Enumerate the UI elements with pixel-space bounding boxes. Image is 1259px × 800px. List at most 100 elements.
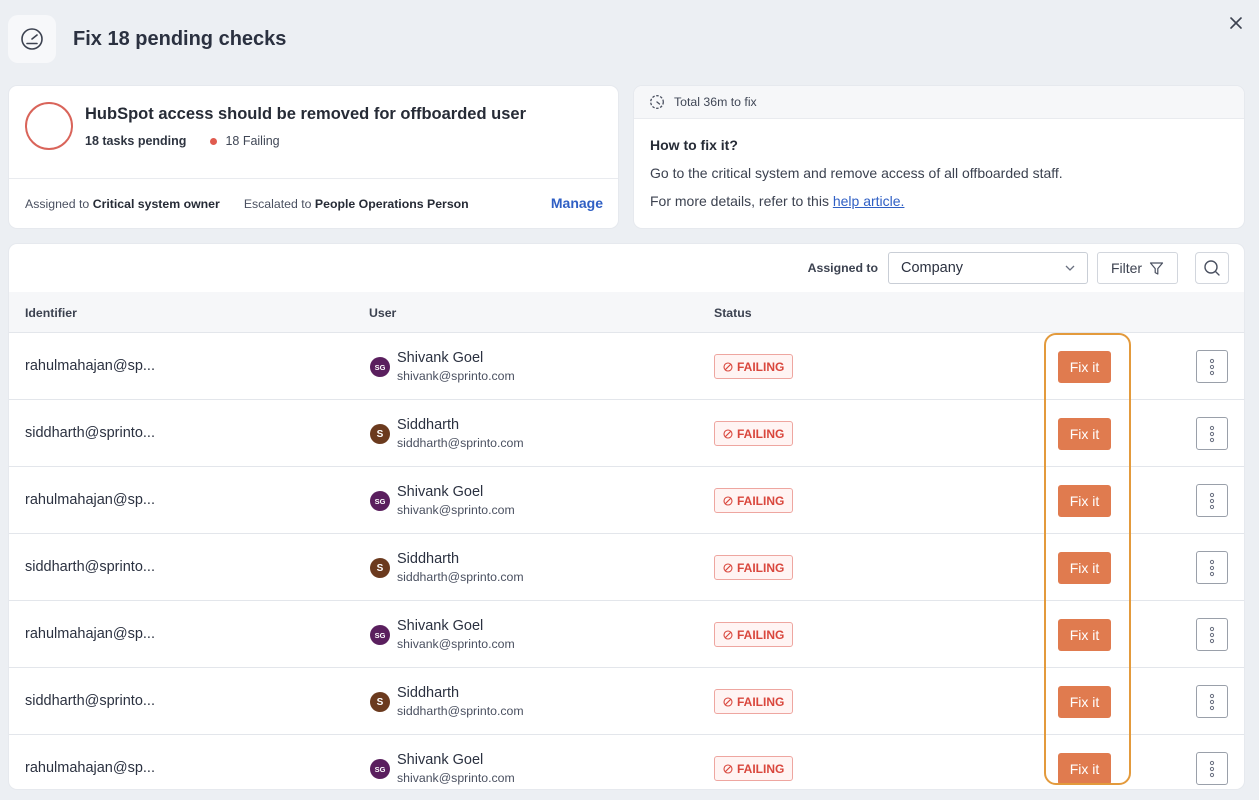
filter-button[interactable]: Filter: [1097, 252, 1178, 284]
modal-header: Fix 18 pending checks: [8, 14, 286, 64]
status-label: FAILING: [737, 694, 785, 709]
avatar: S: [370, 558, 390, 578]
identifier-cell: siddharth@sprinto...: [25, 425, 155, 441]
fix-it-button[interactable]: Fix it: [1058, 418, 1111, 450]
blocked-icon: [723, 562, 733, 573]
chevron-down-icon: [1065, 265, 1075, 271]
more-vertical-icon: [1209, 626, 1215, 643]
fix-it-button[interactable]: Fix it: [1058, 619, 1111, 651]
progress-ring: [25, 102, 73, 150]
user-name: Siddharth: [397, 685, 460, 701]
check-summary-card: HubSpot access should be removed for off…: [9, 86, 618, 228]
user-name: Siddharth: [397, 551, 460, 567]
status-label: FAILING: [737, 761, 785, 776]
more-vertical-icon: [1209, 492, 1215, 509]
identifier-cell: rahulmahajan@sp...: [25, 358, 155, 374]
status-badge: FAILING: [714, 756, 794, 781]
status-label: FAILING: [737, 493, 785, 508]
column-header-identifier: Identifier: [25, 306, 77, 320]
close-icon[interactable]: [1225, 12, 1247, 34]
blocked-icon: [723, 763, 733, 774]
user-email: siddharth@sprinto.com: [397, 570, 524, 584]
fix-instruction: Go to the critical system and remove acc…: [650, 165, 1063, 181]
help-article-link[interactable]: help article.: [833, 193, 905, 209]
check-assignment: Assigned to Critical system owner Escala…: [9, 178, 618, 228]
check-title: HubSpot access should be removed for off…: [85, 105, 526, 123]
avatar: SG: [370, 491, 390, 511]
more-options-button[interactable]: [1196, 685, 1228, 718]
failing-count: 18 Failing: [225, 134, 280, 148]
avatar: SG: [370, 759, 390, 779]
table-row: rahulmahajan@sp... SG Shivank Goel shiva…: [9, 601, 1244, 668]
timer-icon: [650, 95, 664, 109]
user-name: Shivank Goel: [397, 752, 484, 768]
more-vertical-icon: [1209, 358, 1215, 375]
user-email: shivank@sprinto.com: [397, 503, 515, 517]
more-options-button[interactable]: [1196, 551, 1228, 584]
fix-it-button[interactable]: Fix it: [1058, 686, 1111, 718]
search-icon: [1204, 260, 1220, 276]
fix-time-header: Total 36m to fix: [634, 86, 1244, 119]
status-label: FAILING: [737, 560, 785, 575]
user-email: shivank@sprinto.com: [397, 637, 515, 651]
manage-link[interactable]: Manage: [551, 195, 603, 211]
assigned-to: Assigned to Critical system owner: [25, 196, 220, 211]
status-badge: FAILING: [714, 555, 794, 580]
gauge-icon: [8, 15, 56, 63]
failing-dot-icon: [210, 137, 218, 145]
funnel-icon: [1149, 261, 1164, 275]
fix-it-button[interactable]: Fix it: [1058, 753, 1111, 785]
total-time: Total 36m to fix: [674, 95, 757, 109]
fix-question: How to fix it?: [650, 137, 738, 153]
avatar: SG: [370, 357, 390, 377]
tasks-table-card: Assigned to Company Filter Identifier Us…: [9, 244, 1244, 789]
more-vertical-icon: [1209, 760, 1215, 777]
more-options-button[interactable]: [1196, 752, 1228, 785]
more-options-button[interactable]: [1196, 350, 1228, 383]
more-vertical-icon: [1209, 559, 1215, 576]
more-options-button[interactable]: [1196, 417, 1228, 450]
assigned-filter-label: Assigned to: [807, 261, 878, 275]
user-email: siddharth@sprinto.com: [397, 436, 524, 450]
escalated-to: Escalated to People Operations Person: [243, 196, 469, 211]
more-options-button[interactable]: [1196, 484, 1228, 517]
table-row: rahulmahajan@sp... SG Shivank Goel shiva…: [9, 467, 1244, 534]
table-row: rahulmahajan@sp... SG Shivank Goel shiva…: [9, 735, 1244, 789]
fix-it-button[interactable]: Fix it: [1058, 485, 1111, 517]
blocked-icon: [723, 428, 733, 439]
fix-details: For more details, refer to this help art…: [650, 193, 905, 209]
check-meta: 18 tasks pending 18 Failing: [85, 134, 280, 148]
user-email: shivank@sprinto.com: [397, 369, 515, 383]
table-row: siddharth@sprinto... S Siddharth siddhar…: [9, 400, 1244, 467]
fix-it-button[interactable]: Fix it: [1058, 351, 1111, 383]
user-name: Siddharth: [397, 417, 460, 433]
table-body: rahulmahajan@sp... SG Shivank Goel shiva…: [9, 333, 1244, 789]
identifier-cell: rahulmahajan@sp...: [25, 626, 155, 642]
assigned-to-select[interactable]: Company: [888, 252, 1088, 284]
identifier-cell: rahulmahajan@sp...: [25, 760, 155, 776]
status-badge: FAILING: [714, 689, 794, 714]
table-toolbar: Assigned to Company Filter: [808, 252, 1229, 284]
page-title: Fix 18 pending checks: [73, 27, 287, 50]
assigned-to-value: Company: [901, 260, 964, 276]
blocked-icon: [723, 361, 733, 372]
fix-it-button[interactable]: Fix it: [1058, 552, 1111, 584]
status-badge: FAILING: [714, 421, 794, 446]
filter-label: Filter: [1110, 260, 1143, 276]
status-label: FAILING: [737, 426, 785, 441]
search-button[interactable]: [1195, 252, 1229, 284]
table-row: rahulmahajan@sp... SG Shivank Goel shiva…: [9, 333, 1244, 400]
user-name: Shivank Goel: [397, 350, 484, 366]
more-vertical-icon: [1209, 693, 1215, 710]
how-to-fix-card: Total 36m to fix How to fix it? Go to th…: [634, 86, 1244, 228]
avatar: S: [370, 424, 390, 444]
more-options-button[interactable]: [1196, 618, 1228, 651]
avatar: S: [370, 692, 390, 712]
status-badge: FAILING: [714, 354, 794, 379]
column-header-user: User: [369, 306, 397, 320]
table-header: Identifier User Status: [9, 292, 1244, 333]
avatar: SG: [370, 625, 390, 645]
status-badge: FAILING: [714, 488, 794, 513]
table-row: siddharth@sprinto... S Siddharth siddhar…: [9, 534, 1244, 601]
more-vertical-icon: [1209, 425, 1215, 442]
